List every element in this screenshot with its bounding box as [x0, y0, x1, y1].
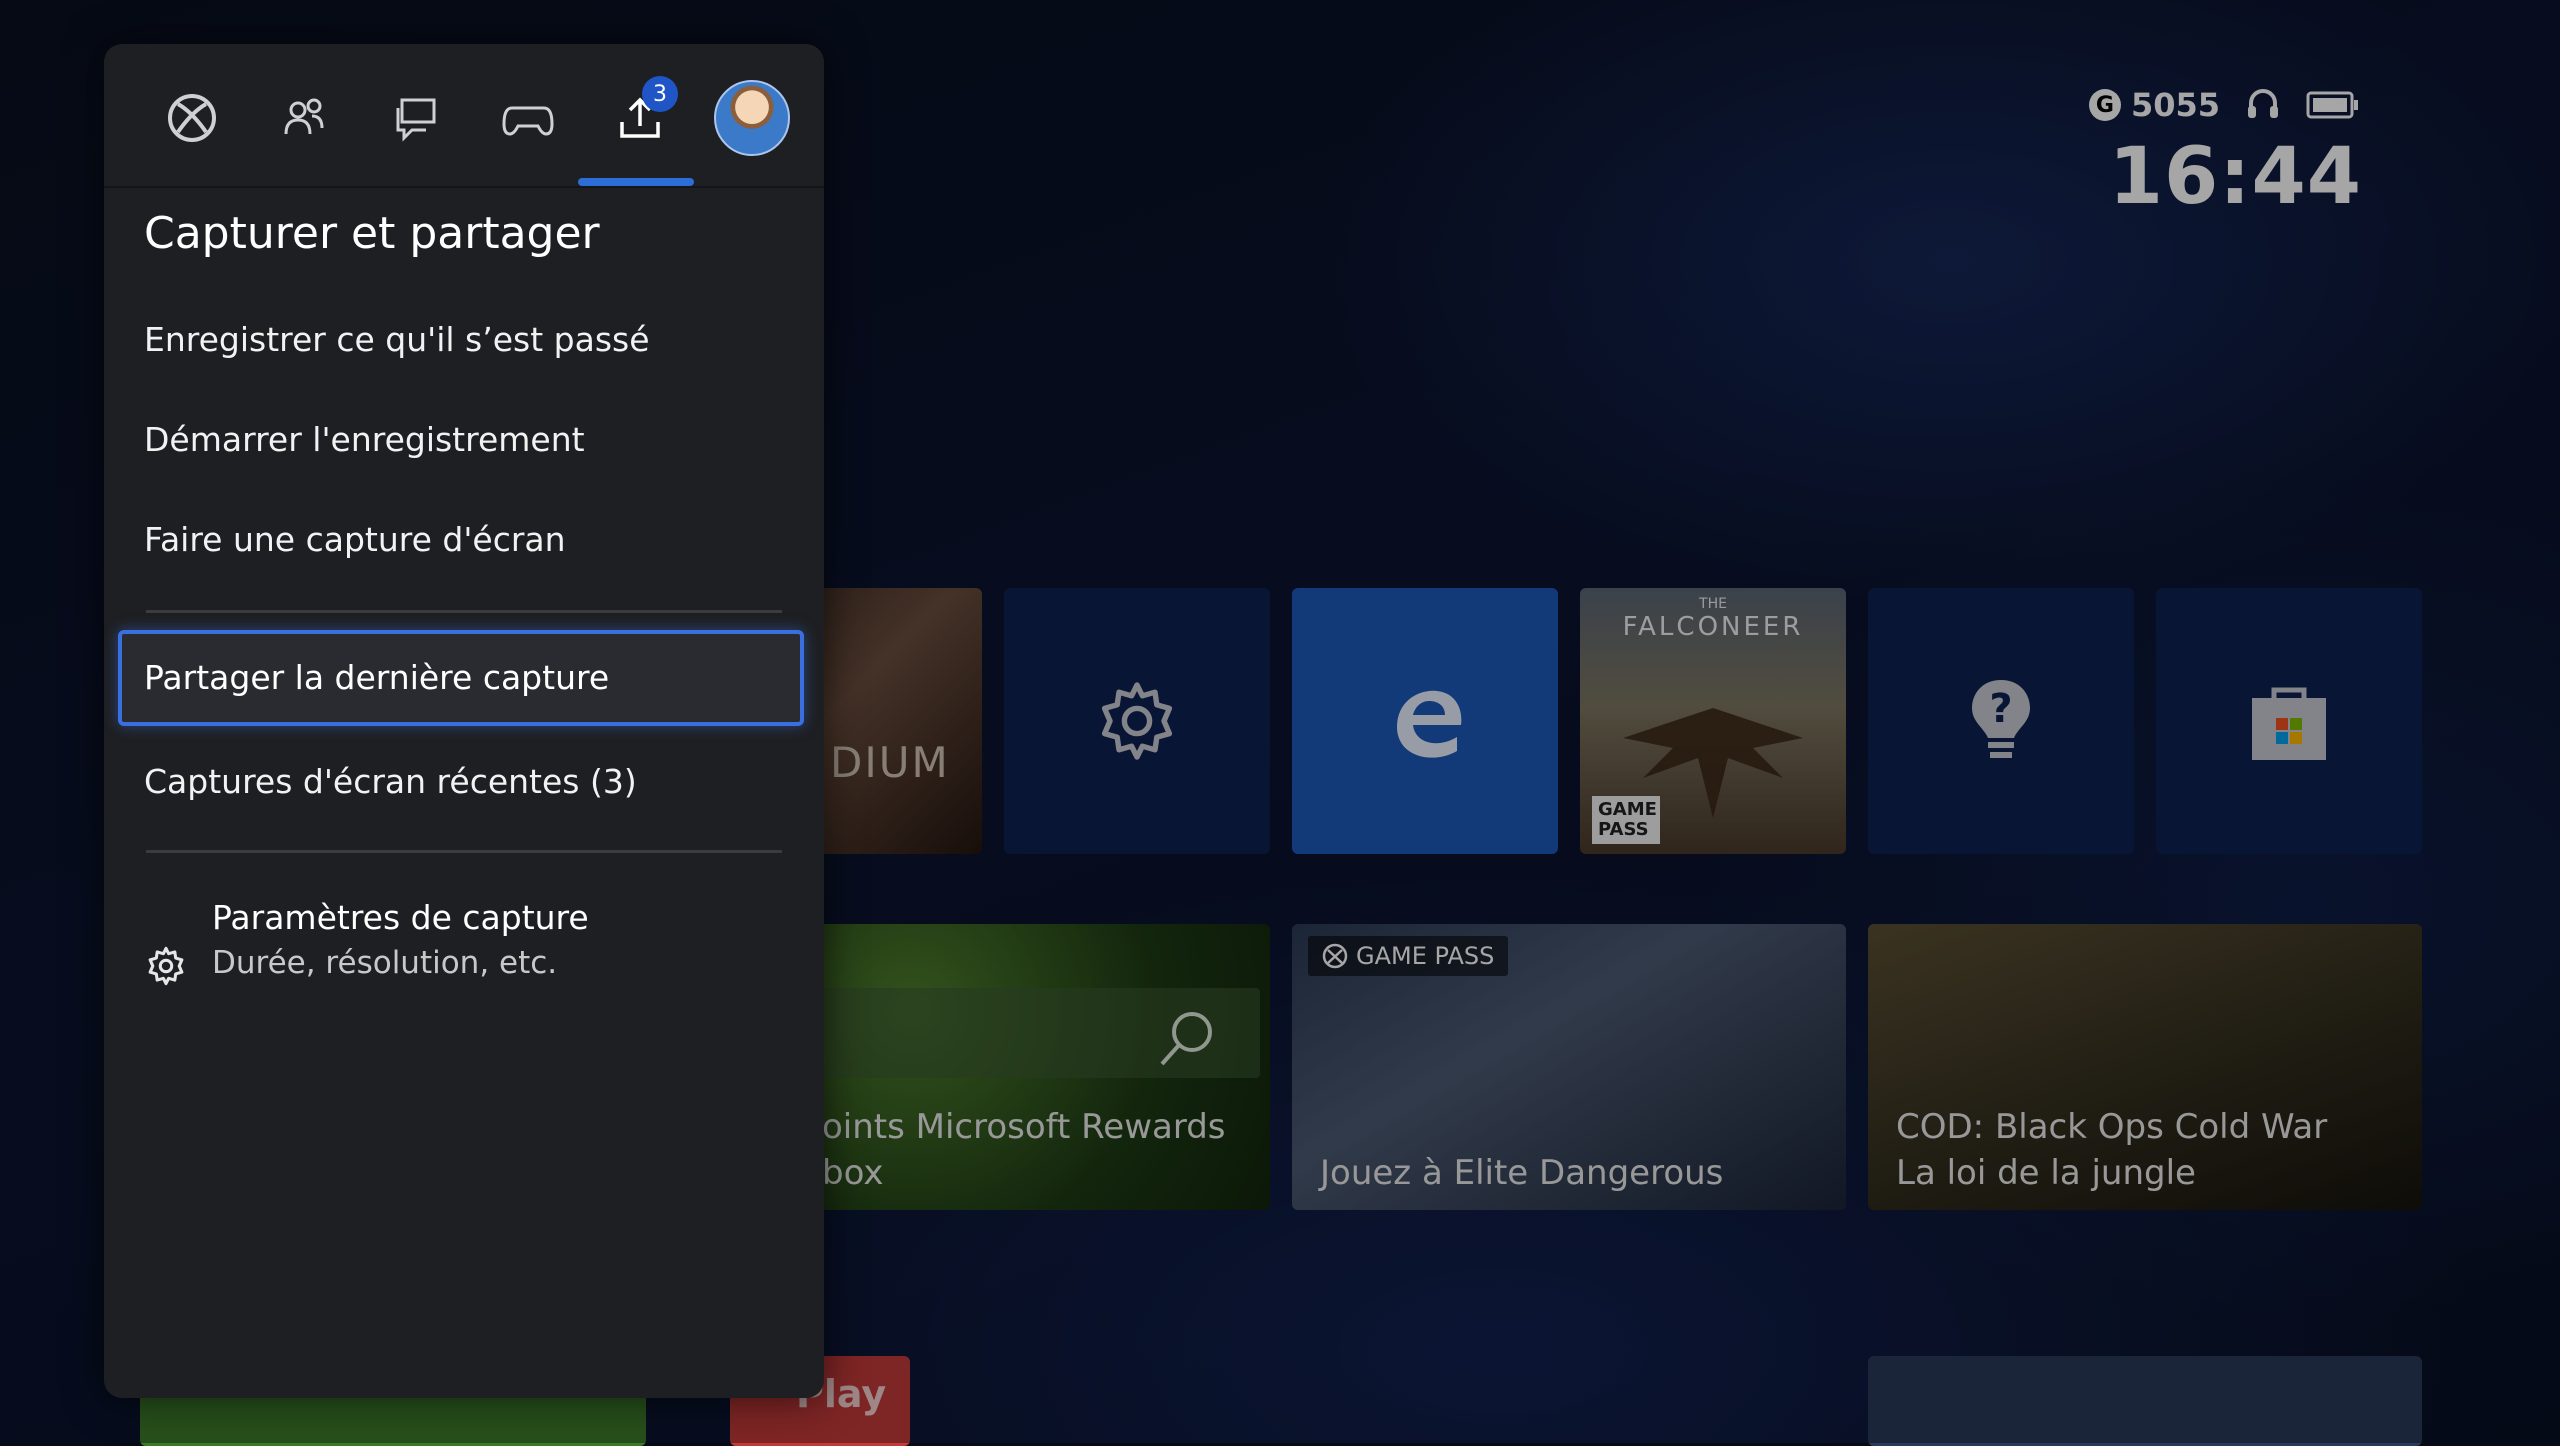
tab-profile[interactable]	[714, 80, 790, 156]
notification-badge: 3	[642, 76, 678, 112]
chat-icon	[396, 98, 436, 142]
menu-record-what-happened[interactable]: Enregistrer ce qu'il s’est passé	[144, 320, 650, 359]
gear-icon	[148, 946, 184, 986]
panel-title: Capturer et partager	[144, 208, 600, 259]
menu-start-recording[interactable]: Démarrer l'enregistrement	[144, 420, 585, 459]
guide-panel: 3 Capturer et partager Enregistrer ce qu…	[104, 44, 824, 1398]
tab-controller[interactable]	[490, 80, 566, 156]
capture-settings[interactable]: Paramètres de capture Durée, résolution,…	[144, 898, 589, 988]
active-tab-indicator	[578, 178, 694, 186]
avatar	[714, 80, 790, 156]
tab-capture-share[interactable]: 3	[602, 76, 678, 156]
capture-settings-title: Paramètres de capture	[212, 898, 589, 937]
menu-share-last-capture-label: Partager la dernière capture	[144, 658, 610, 697]
tab-people[interactable]	[266, 80, 342, 156]
divider	[146, 610, 782, 613]
capture-settings-subtitle: Durée, résolution, etc.	[212, 945, 558, 981]
guide-tabs: 3	[154, 76, 790, 156]
controller-icon	[502, 106, 554, 136]
tab-home[interactable]	[154, 80, 230, 156]
tab-chat[interactable]	[378, 80, 454, 156]
tabs-divider	[104, 186, 824, 188]
capture-settings-text: Paramètres de capture Durée, résolution,…	[212, 898, 589, 981]
people-icon	[284, 98, 324, 135]
menu-recent-screenshots[interactable]: Captures d'écran récentes (3)	[144, 762, 637, 801]
xbox-icon	[168, 94, 216, 142]
menu-share-last-capture[interactable]: Partager la dernière capture	[118, 630, 804, 726]
divider	[146, 850, 782, 853]
menu-take-screenshot[interactable]: Faire une capture d'écran	[144, 520, 566, 559]
